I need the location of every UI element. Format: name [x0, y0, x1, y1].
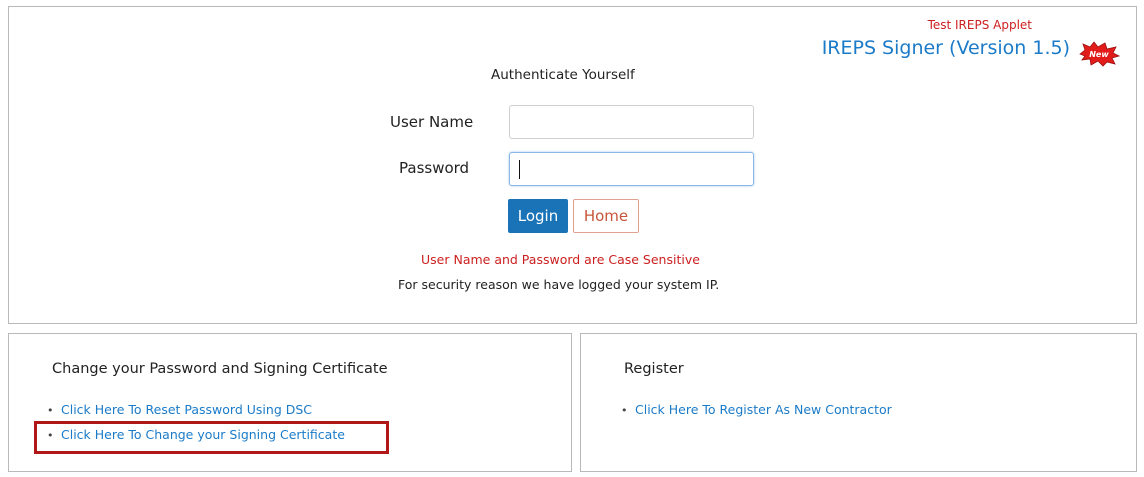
new-badge-icon: New: [1079, 41, 1120, 67]
bullet-icon: •: [621, 404, 628, 417]
username-input[interactable]: [509, 105, 754, 139]
highlight-box: [34, 421, 389, 454]
password-certificate-panel: Change your Password and Signing Certifi…: [8, 333, 572, 472]
new-badge-text: New: [1089, 50, 1109, 59]
password-label: Password: [399, 159, 470, 177]
password-input[interactable]: [509, 152, 754, 186]
list-item: • Click Here To Register As New Contracto…: [621, 402, 892, 417]
register-contractor-link[interactable]: Click Here To Register As New Contractor: [635, 402, 892, 417]
list-item: • Click Here To Reset Password Using DSC: [47, 402, 312, 417]
password-section-title: Change your Password and Signing Certifi…: [52, 361, 388, 377]
case-sensitive-note: User Name and Password are Case Sensitiv…: [421, 252, 700, 267]
test-applet-label: Test IREPS Applet: [927, 18, 1032, 32]
username-label: User Name: [390, 113, 474, 131]
ireps-signer-link[interactable]: IREPS Signer (Version 1.5): [822, 37, 1070, 59]
auth-heading: Authenticate Yourself: [491, 67, 635, 83]
reset-password-link[interactable]: Click Here To Reset Password Using DSC: [61, 402, 312, 417]
login-panel: Test IREPS Applet IREPS Signer (Version …: [8, 6, 1137, 324]
register-panel: Register • Click Here To Register As New …: [580, 333, 1137, 472]
home-button[interactable]: Home: [573, 199, 639, 233]
text-caret: [519, 160, 520, 179]
security-note: For security reason we have logged your …: [398, 277, 720, 292]
login-button[interactable]: Login: [508, 199, 568, 233]
register-section-title: Register: [624, 361, 684, 377]
bullet-icon: •: [47, 404, 54, 417]
